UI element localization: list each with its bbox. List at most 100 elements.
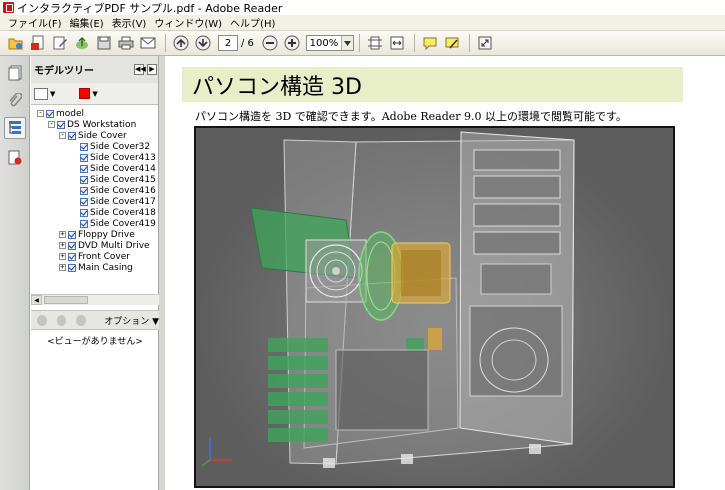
page-number-input[interactable]: [218, 35, 238, 51]
tree-node-side-cover413[interactable]: Side Cover413: [71, 152, 156, 163]
collapse-panel-button[interactable]: ◀◀: [134, 64, 146, 75]
tree-node-dvd-multi-drive[interactable]: + DVD Multi Drive: [59, 240, 150, 251]
tree-node-label: Main Casing: [78, 262, 133, 273]
menu-bar: ファイル(F) 編集(E) 表示(V) ウィンドウ(W) ヘルプ(H): [0, 15, 725, 31]
tree-horizontal-scrollbar[interactable]: ◀: [31, 294, 159, 305]
tree-node-label: Side Cover414: [90, 163, 156, 174]
checkbox-icon[interactable]: [68, 241, 76, 250]
signatures-panel-button[interactable]: [4, 147, 26, 169]
tree-node-label: Floppy Drive: [78, 229, 135, 240]
fit-page-button[interactable]: [365, 33, 385, 53]
checkbox-icon[interactable]: [68, 131, 76, 140]
menu-help[interactable]: ヘルプ(H): [226, 15, 279, 30]
print-button[interactable]: [116, 33, 136, 53]
zoom-combobox: [305, 35, 354, 51]
tree-node-ds-workstation[interactable]: - DS Workstation: [48, 119, 136, 130]
menu-edit[interactable]: 編集(E): [66, 15, 108, 30]
checkbox-icon[interactable]: [80, 197, 88, 206]
options-menu-button[interactable]: オプション ▼: [104, 314, 159, 327]
signature-document-icon: [8, 150, 22, 165]
collapse-toggle-icon[interactable]: -: [59, 132, 66, 139]
tree-node-side-cover419[interactable]: Side Cover419: [71, 218, 156, 229]
tree-node-side-cover415[interactable]: Side Cover415: [71, 174, 156, 185]
zoom-out-button[interactable]: [260, 33, 280, 53]
save-button[interactable]: [94, 33, 114, 53]
checkbox-icon[interactable]: [46, 109, 54, 118]
expand-toggle-icon[interactable]: +: [59, 231, 66, 238]
checkbox-icon[interactable]: [80, 153, 88, 162]
expand-toggle-icon[interactable]: +: [59, 264, 66, 271]
tree-node-label: model: [56, 108, 85, 119]
email-button[interactable]: [138, 33, 158, 53]
zoom-in-button[interactable]: [282, 33, 302, 53]
full-screen-button[interactable]: [475, 33, 495, 53]
tree-node-side-cover32[interactable]: Side Cover32: [71, 141, 150, 152]
open-file-button[interactable]: [6, 33, 26, 53]
checkbox-icon[interactable]: [80, 175, 88, 184]
tree-node-model[interactable]: - model: [37, 108, 84, 119]
create-pdf-button[interactable]: [28, 33, 48, 53]
panel-menu-button[interactable]: ▶: [147, 64, 157, 75]
expand-toggle-icon[interactable]: +: [59, 242, 66, 249]
toolbar: / 6: [0, 31, 725, 56]
view-dropdown-icon[interactable]: ▼: [50, 90, 55, 98]
checkbox-icon[interactable]: [68, 230, 76, 239]
fit-width-button[interactable]: [387, 33, 407, 53]
edit-document-button[interactable]: [50, 33, 70, 53]
views-toolbar: オプション ▼: [31, 310, 159, 330]
3d-model-viewer[interactable]: [194, 126, 675, 488]
checkbox-icon[interactable]: [80, 208, 88, 217]
expand-toggle-icon[interactable]: +: [59, 253, 66, 260]
zoom-dropdown-button[interactable]: [340, 36, 353, 50]
plus-circle-icon: [284, 35, 300, 51]
checkbox-icon[interactable]: [80, 164, 88, 173]
tree-node-floppy-drive[interactable]: + Floppy Drive: [59, 229, 135, 240]
color-dropdown-icon[interactable]: ▼: [92, 90, 97, 98]
tree-node-label: Side Cover418: [90, 207, 156, 218]
previous-page-button[interactable]: [171, 33, 191, 53]
next-page-button[interactable]: [193, 33, 213, 53]
checkbox-icon[interactable]: [68, 252, 76, 261]
tree-node-side-cover414[interactable]: Side Cover414: [71, 163, 156, 174]
checkbox-icon[interactable]: [80, 142, 88, 151]
open-folder-icon: [8, 38, 23, 50]
upload-button[interactable]: [72, 33, 92, 53]
attachments-panel-button[interactable]: [4, 90, 26, 112]
tree-node-side-cover[interactable]: - Side Cover: [59, 130, 127, 141]
model-tree-icon: [9, 121, 21, 134]
tree-node-label: Front Cover: [78, 251, 130, 262]
tree-node-front-cover[interactable]: + Front Cover: [59, 251, 130, 262]
checkbox-icon[interactable]: [80, 219, 88, 228]
view-list-icon[interactable]: [34, 87, 48, 100]
checkbox-icon[interactable]: [80, 186, 88, 195]
pc-case-3d-model: [201, 131, 575, 468]
toolbar-separator: [358, 34, 360, 52]
speech-bubble-icon: [423, 37, 437, 51]
tree-node-side-cover417[interactable]: Side Cover417: [71, 196, 156, 207]
comment-button[interactable]: [420, 33, 440, 53]
checkbox-icon[interactable]: [68, 263, 76, 272]
tree-node-side-cover418[interactable]: Side Cover418: [71, 207, 156, 218]
checkbox-icon[interactable]: [57, 120, 65, 129]
collapse-toggle-icon[interactable]: -: [48, 121, 55, 128]
tree-node-label: Side Cover416: [90, 185, 156, 196]
menu-view[interactable]: 表示(V): [108, 15, 151, 30]
zoom-input[interactable]: [306, 36, 341, 50]
model-tree-panel-button[interactable]: [4, 117, 26, 139]
tree-node-main-casing[interactable]: + Main Casing: [59, 262, 133, 273]
pages-panel-button[interactable]: [4, 62, 26, 84]
tree-node-label: Side Cover419: [90, 218, 156, 229]
menu-file[interactable]: ファイル(F): [4, 15, 66, 30]
tree-node-side-cover416[interactable]: Side Cover416: [71, 185, 156, 196]
collapse-toggle-icon[interactable]: -: [37, 110, 44, 117]
document-view: パソコン構造 3D パソコン構造を 3D で確認できます。Adobe Reade…: [165, 56, 725, 490]
scroll-left-icon[interactable]: ◀: [31, 295, 42, 305]
intro-text: パソコン構造を 3D で確認できます。Adobe Reader 9.0 以上の環…: [195, 110, 627, 123]
no-views-message: <ビューがありません>: [47, 337, 143, 347]
highlight-button[interactable]: [442, 33, 462, 53]
menu-window[interactable]: ウィンドウ(W): [150, 15, 226, 30]
color-swatch[interactable]: [79, 88, 91, 99]
scroll-thumb[interactable]: [44, 296, 88, 304]
